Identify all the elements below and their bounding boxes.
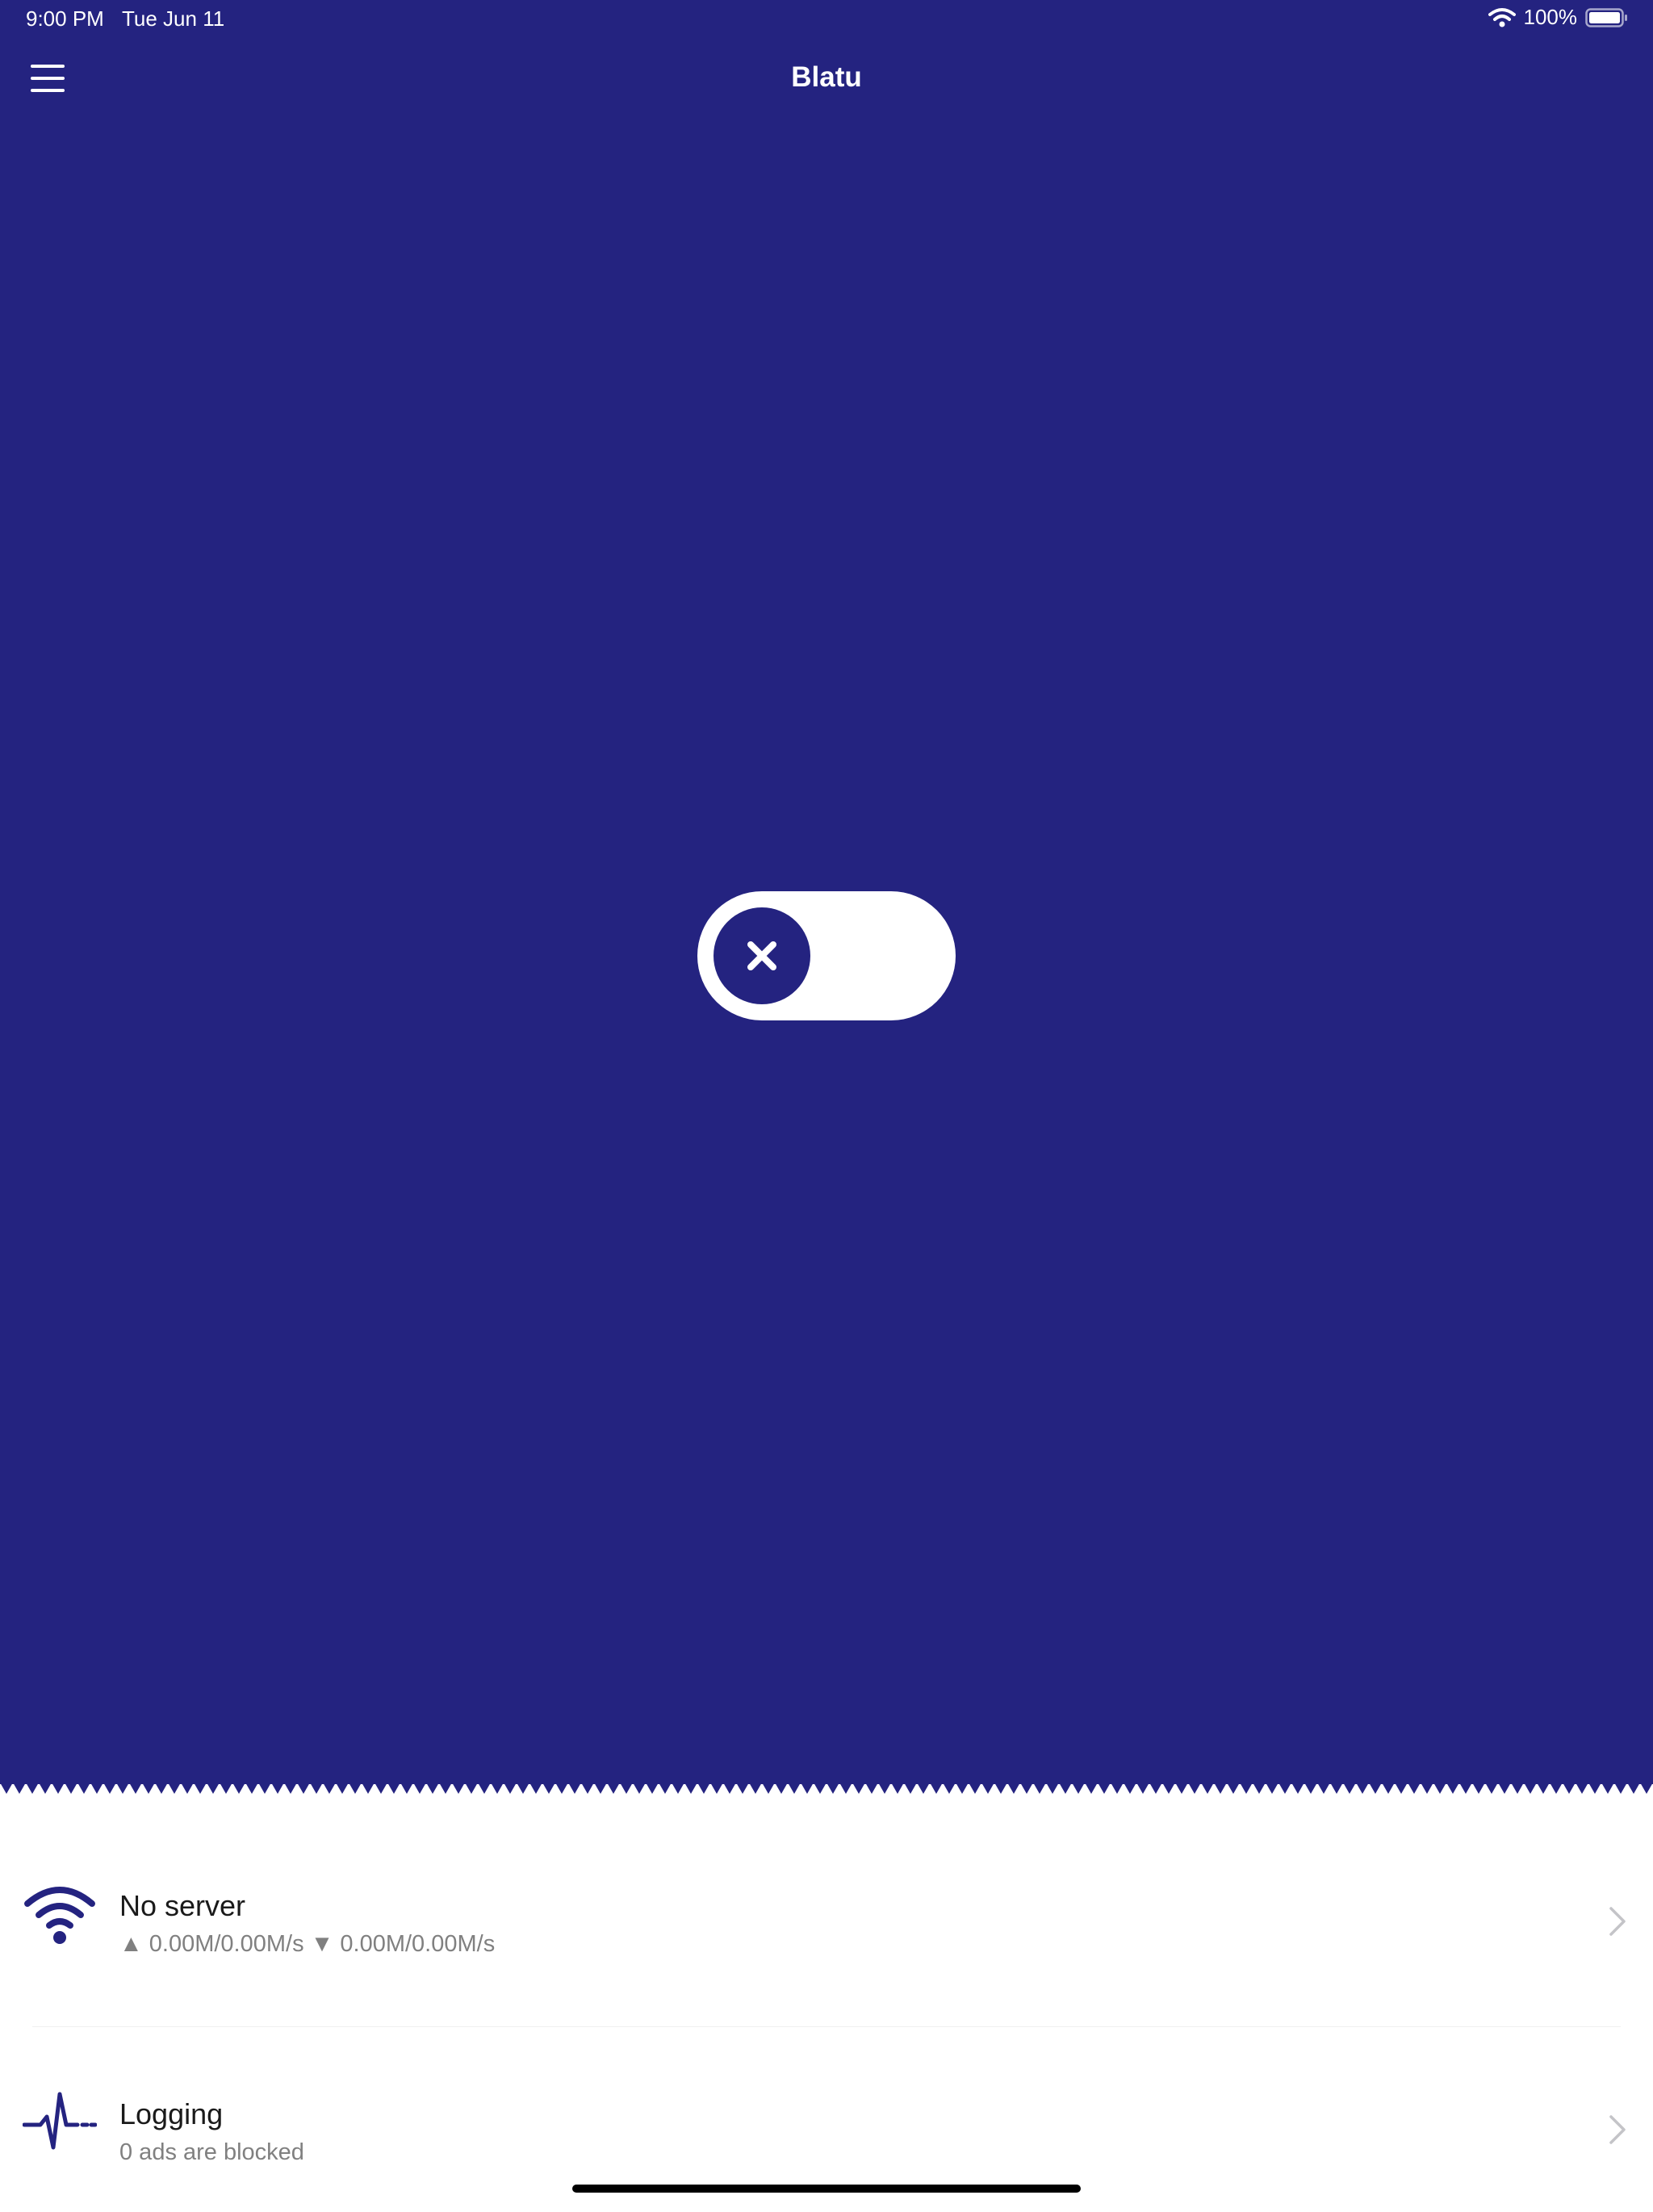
pulse-icon — [23, 2092, 97, 2150]
status-bar: 9:00 PM Tue Jun 11 100% — [0, 0, 1653, 39]
wifi-status-icon — [1488, 7, 1516, 27]
navigation-bar: Blatu — [0, 40, 1653, 118]
battery-percentage: 100% — [1523, 5, 1578, 29]
chevron-right-icon — [1609, 1907, 1626, 1936]
server-title: No server — [119, 1889, 246, 1922]
server-speed: ▲ 0.00M/0.00M/s ▼ 0.00M/0.00M/s — [119, 1931, 496, 1957]
close-icon — [747, 941, 776, 970]
page-title: Blatu — [791, 61, 862, 93]
vpn-toggle[interactable] — [697, 891, 956, 1020]
status-time: 9:00 PM — [26, 6, 104, 31]
toggle-knob — [714, 907, 810, 1004]
row-divider — [32, 2026, 1621, 2027]
logging-title: Logging — [119, 2097, 224, 2130]
wifi-icon — [24, 1887, 95, 1944]
zigzag-edge — [0, 1783, 1653, 1794]
ads-blocked-count: 0 ads are blocked — [119, 2139, 304, 2165]
status-date: Tue Jun 11 — [122, 6, 225, 31]
home-indicator — [572, 2185, 1081, 2193]
chevron-right-icon — [1609, 2115, 1626, 2144]
status-indicators: 100% — [1488, 5, 1630, 30]
battery-icon — [1585, 7, 1627, 27]
server-row[interactable]: No server ▲ 0.00M/0.00M/s ▼ 0.00M/0.00M/… — [0, 1842, 1653, 2004]
